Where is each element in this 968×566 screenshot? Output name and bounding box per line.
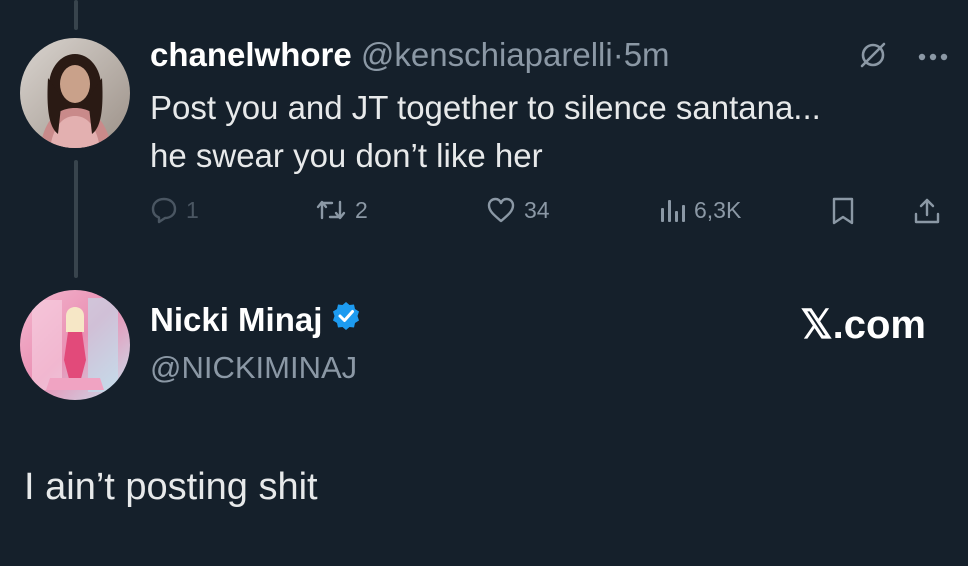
thread-line-top: [74, 0, 78, 30]
share-icon: [912, 196, 942, 226]
views-count: 6,3K: [694, 196, 742, 223]
views-button[interactable]: 6,3K: [658, 196, 741, 224]
tweet-actions: 1 2 34 6,3K: [150, 196, 950, 232]
bookmark-icon: [830, 196, 856, 226]
bookmark-button[interactable]: [830, 196, 856, 226]
repost-count: 2: [355, 196, 368, 223]
tweet-text-line: Post you and JT together to silence sant…: [150, 89, 821, 126]
thread-line-bottom: [74, 160, 78, 278]
display-name[interactable]: Nicki Minaj: [150, 300, 362, 340]
like-button[interactable]: 34: [486, 196, 550, 224]
handle[interactable]: @kenschiaparelli: [361, 36, 613, 73]
handle[interactable]: @NICKIMINAJ: [150, 350, 357, 386]
timestamp[interactable]: 5m: [624, 36, 670, 73]
repost-button[interactable]: 2: [315, 196, 368, 224]
tweet-header: chanelwhore @kenschiaparelli·5m: [150, 36, 670, 74]
verified-badge-icon: [330, 300, 362, 340]
display-name[interactable]: chanelwhore: [150, 36, 352, 73]
separator: ·: [612, 36, 624, 73]
like-icon: [486, 196, 516, 224]
reply-button[interactable]: 1: [150, 196, 199, 224]
tweet-text-line: he swear you don’t like her: [150, 137, 543, 174]
avatar[interactable]: [20, 38, 130, 148]
repost-icon: [315, 196, 347, 224]
views-icon: [658, 196, 686, 224]
tweet-text: I ain’t posting shit: [24, 466, 318, 508]
tweet-top-icons: [858, 40, 948, 75]
x-watermark: 𝕏.com: [800, 303, 926, 347]
share-button[interactable]: [912, 196, 942, 226]
grok-icon[interactable]: [858, 40, 888, 75]
tweet-text: Post you and JT together to silence sant…: [150, 84, 930, 180]
like-count: 34: [524, 196, 550, 223]
avatar[interactable]: [20, 290, 130, 400]
reply-icon: [150, 196, 178, 224]
display-name-text: Nicki Minaj: [150, 301, 323, 338]
more-icon[interactable]: [918, 49, 948, 67]
reply-count: 1: [186, 196, 199, 223]
